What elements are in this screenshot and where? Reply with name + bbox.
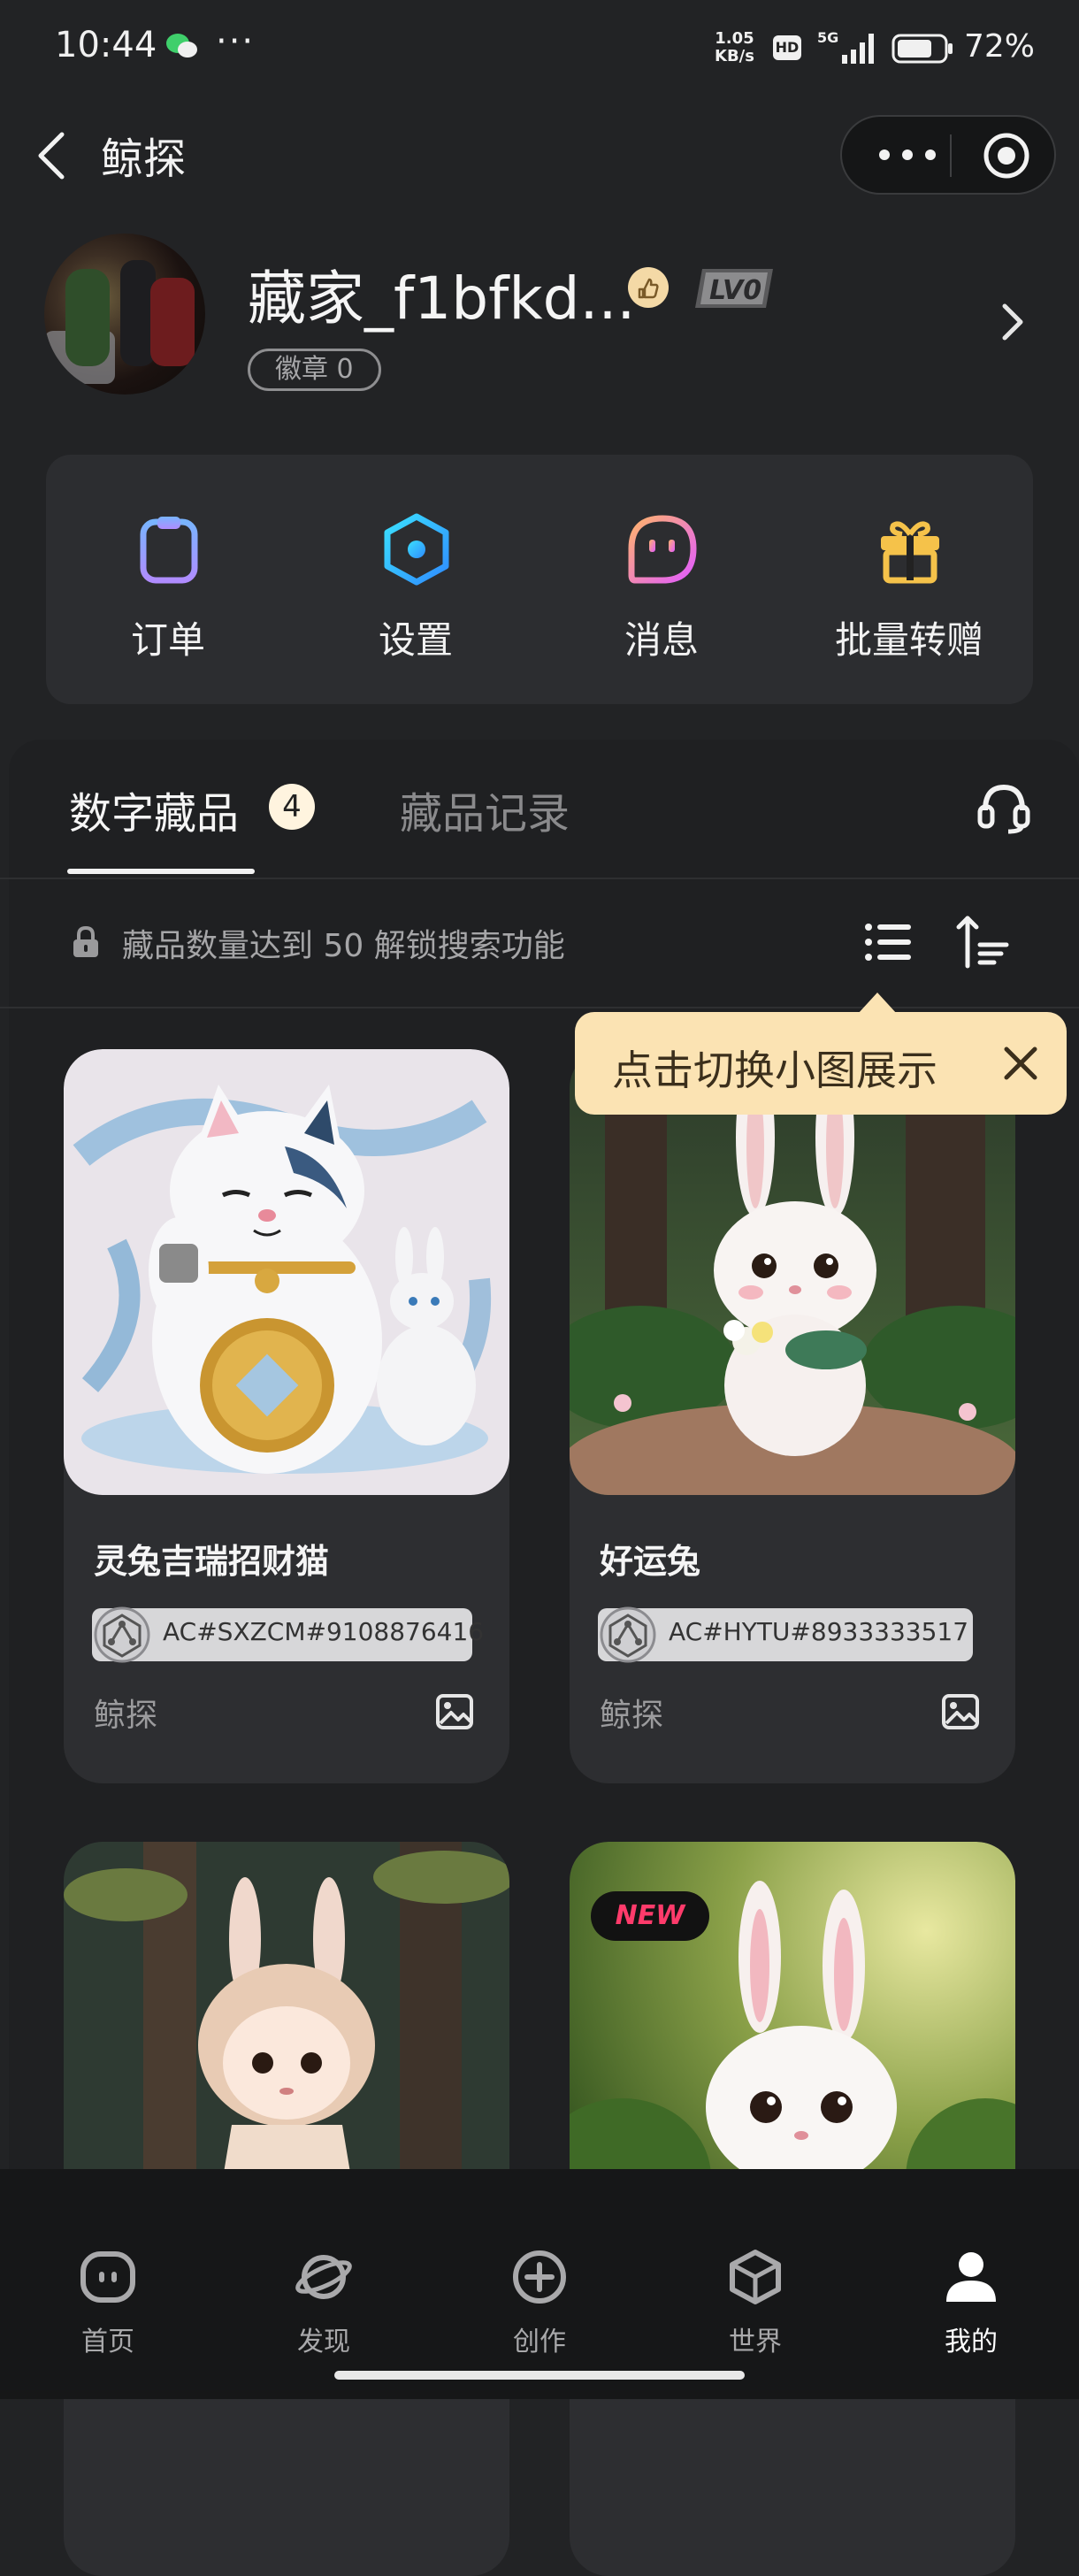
- level-text: LV0: [709, 275, 761, 306]
- switch-view-tooltip: 点击切换小图展示: [575, 993, 1067, 1115]
- status-time: 10:44: [55, 25, 157, 65]
- level-badge-icon: LV0: [695, 269, 773, 308]
- divider: [0, 878, 1079, 879]
- new-badge: NEW: [591, 1891, 709, 1941]
- image-icon[interactable]: [941, 1693, 980, 1730]
- chat-face-icon: [628, 515, 697, 584]
- battery-percent: 72%: [964, 28, 1036, 65]
- collectible-count-badge: 4: [269, 784, 315, 830]
- collectible-name: 灵兔吉瑞招财猫: [94, 1542, 330, 1581]
- verified-badge-icon: [628, 267, 669, 308]
- tooltip-arrow: [858, 993, 897, 1014]
- status-bar: 10:44 ··· 1.05 KB/s HD 5G 72%: [0, 0, 1079, 97]
- tab-collection-records[interactable]: 藏品记录: [400, 778, 570, 840]
- hd-icon: HD: [773, 35, 801, 60]
- blockchain-certificate-icon: [94, 1606, 150, 1663]
- lock-icon: [73, 925, 98, 957]
- action-orders[interactable]: 订单: [80, 455, 256, 667]
- nav-discover[interactable]: 发现: [253, 2240, 394, 2364]
- nav-label: 创作: [513, 2327, 566, 2358]
- collectible-hash-pill: AC#SXZCM#9108876416: [92, 1606, 484, 1663]
- page-title: 鲸探: [101, 134, 187, 184]
- svg-text:5G: 5G: [817, 29, 838, 46]
- action-messages[interactable]: 消息: [573, 455, 750, 667]
- medal-count-badge[interactable]: 徽章 0: [248, 349, 381, 391]
- chevron-right-icon[interactable]: [999, 301, 1026, 343]
- collectible-name: 好运兔: [600, 1542, 701, 1581]
- action-label: 消息: [624, 618, 699, 662]
- nav-label: 发现: [297, 2327, 350, 2358]
- nav-label: 世界: [729, 2327, 782, 2358]
- action-label: 批量转赠: [834, 618, 983, 662]
- nav-world[interactable]: 世界: [685, 2240, 826, 2364]
- clipboard-icon: [140, 517, 198, 584]
- collectible-hash: AC#SXZCM#9108876416: [163, 1617, 485, 1646]
- cube-icon: [730, 2250, 781, 2304]
- net-speed: 1.05 KB/s: [715, 30, 754, 65]
- battery-icon: [892, 34, 953, 64]
- blockchain-certificate-icon: [600, 1606, 656, 1663]
- collectible-issuer: 鲸探: [600, 1698, 664, 1734]
- collectible-image-lucky-rabbit: [570, 1049, 1015, 1495]
- plus-circle-icon: [513, 2250, 566, 2304]
- wechat-icon: [166, 34, 197, 58]
- collectible-issuer: 鲸探: [94, 1698, 158, 1734]
- close-target-icon[interactable]: [982, 131, 1031, 180]
- nav-create[interactable]: 创作: [469, 2240, 610, 2364]
- bottom-nav: 首页 发现 创作 世界 我的: [0, 2169, 1079, 2399]
- quick-actions-card: 订单 设置 消息 批量转赠: [46, 455, 1033, 704]
- active-tab-indicator: [67, 869, 255, 874]
- gift-icon: [881, 521, 939, 584]
- net-speed-unit: KB/s: [715, 47, 754, 65]
- collectible-card[interactable]: 灵兔吉瑞招财猫 AC#SXZCM#9108876416 鲸探: [64, 1049, 509, 1783]
- person-icon: [946, 2252, 996, 2302]
- action-label: 订单: [130, 618, 205, 662]
- net-speed-value: 1.05: [715, 29, 754, 48]
- username[interactable]: 藏家_f1bfkd...: [248, 251, 635, 336]
- home-indicator: [334, 2371, 745, 2380]
- nav-mine[interactable]: 我的: [900, 2240, 1042, 2364]
- action-settings[interactable]: 设置: [327, 455, 504, 667]
- mini-program-capsule: [840, 115, 1056, 195]
- collectible-hash: AC#HYTU#8933333517: [669, 1617, 969, 1646]
- collectible-hash-pill: AC#HYTU#8933333517: [598, 1606, 973, 1663]
- nav-home[interactable]: 首页: [37, 2240, 179, 2364]
- list-view-icon[interactable]: [863, 920, 913, 964]
- nav-label: 我的: [945, 2327, 998, 2358]
- search-unlock-hint: 藏品数量达到 50 解锁搜索功能: [122, 928, 565, 964]
- close-icon[interactable]: [999, 1042, 1042, 1085]
- status-more-dots: ···: [216, 21, 256, 62]
- hexagon-settings-icon: [384, 513, 449, 586]
- tab-digital-collectibles[interactable]: 数字藏品: [69, 778, 239, 840]
- avatar[interactable]: [44, 234, 205, 395]
- action-batch-transfer[interactable]: 批量转赠: [821, 455, 998, 667]
- tooltip-text: 点击切换小图展示: [612, 1046, 937, 1094]
- planet-icon: [295, 2255, 352, 2299]
- collectible-card[interactable]: 好运兔 AC#HYTU#8933333517 鲸探: [570, 1049, 1015, 1783]
- home-icon: [80, 2251, 135, 2303]
- collectible-image-fortune-cat: [64, 1049, 509, 1495]
- signal-5g-icon: 5G: [817, 29, 874, 64]
- back-arrow-icon[interactable]: [34, 129, 69, 182]
- divider: [0, 1007, 1079, 1008]
- image-icon[interactable]: [435, 1693, 474, 1730]
- avatar-detail: [65, 269, 110, 366]
- action-label: 设置: [378, 618, 453, 662]
- sort-icon[interactable]: [955, 913, 1010, 970]
- capsule-divider: [950, 134, 952, 177]
- nav-label: 首页: [81, 2327, 134, 2358]
- customer-service-headset-icon[interactable]: [976, 780, 1031, 835]
- avatar-detail: [150, 278, 195, 366]
- more-dots-icon[interactable]: [872, 133, 943, 177]
